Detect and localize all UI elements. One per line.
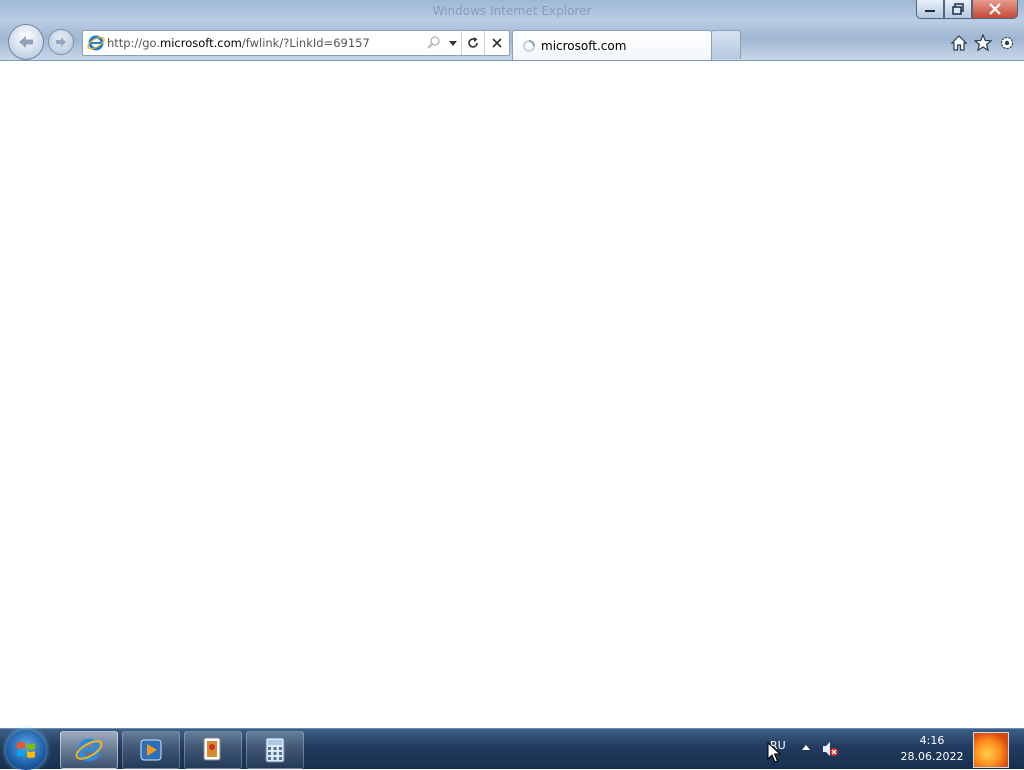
tools-gear-icon [1000, 36, 1014, 50]
playing-cards-icon [203, 737, 221, 761]
taskbar: RU 4:16 28.06.2022 [0, 728, 1024, 770]
window-title: Windows Internet Explorer [432, 4, 592, 18]
media-player-icon [140, 739, 162, 761]
address-dropdown-icon[interactable] [446, 35, 460, 51]
system-clock[interactable]: 4:16 28.06.2022 [896, 733, 968, 765]
windows-logo-icon [17, 742, 35, 758]
stop-button[interactable] [484, 31, 509, 55]
mouse-cursor-icon [767, 742, 781, 763]
url-domain: microsoft.com [160, 36, 242, 50]
new-tab-button[interactable] [711, 30, 741, 59]
close-icon [989, 3, 1001, 15]
loading-spinner-icon [523, 40, 535, 52]
taskbar-internet-explorer[interactable] [60, 731, 118, 769]
refresh-button[interactable] [461, 31, 484, 55]
calculator-icon [265, 737, 285, 763]
show-desktop-button[interactable] [973, 732, 1009, 768]
taskbar-media-player[interactable] [122, 731, 180, 769]
refresh-icon [468, 37, 478, 48]
url-prefix: http://go. [107, 36, 161, 50]
tab-title: microsoft.com [541, 39, 627, 53]
home-button[interactable] [949, 33, 969, 53]
tools-button[interactable] [997, 33, 1017, 53]
back-arrow-icon [19, 36, 33, 48]
favorites-star-icon [974, 34, 992, 52]
minimize-icon [925, 10, 935, 12]
back-button[interactable] [8, 24, 44, 60]
taskbar-solitaire[interactable] [184, 731, 242, 769]
maximize-button[interactable] [944, 0, 972, 19]
address-bar[interactable]: http://go.microsoft.com/fwlink/?LinkId=6… [82, 30, 510, 56]
caption-buttons [916, 0, 1018, 20]
clock-date: 28.06.2022 [900, 750, 964, 763]
page-content-area[interactable] [0, 61, 1024, 728]
search-icon[interactable] [426, 35, 442, 51]
home-icon [950, 35, 968, 51]
browser-chrome: Windows Internet Explorer http://go.micr… [0, 0, 1024, 61]
internet-explorer-icon [87, 35, 105, 51]
favorites-button[interactable] [973, 33, 993, 53]
restore-icon [952, 3, 964, 15]
forward-button[interactable] [48, 29, 74, 55]
taskbar-calculator[interactable] [246, 731, 304, 769]
show-hidden-icons-icon[interactable] [801, 743, 811, 751]
url-text[interactable]: http://go.microsoft.com/fwlink/?LinkId=6… [107, 36, 370, 50]
minimize-button[interactable] [916, 0, 944, 19]
volume-muted-icon[interactable] [821, 740, 839, 758]
internet-explorer-icon [75, 738, 103, 762]
forward-arrow-icon [56, 37, 66, 47]
clock-time: 4:16 [919, 734, 945, 747]
url-suffix: /fwlink/?LinkId=69157 [241, 36, 370, 50]
close-window-button[interactable] [972, 0, 1018, 19]
stop-icon [492, 38, 502, 48]
tab-microsoft[interactable]: microsoft.com [512, 30, 712, 60]
start-button[interactable] [6, 730, 46, 770]
